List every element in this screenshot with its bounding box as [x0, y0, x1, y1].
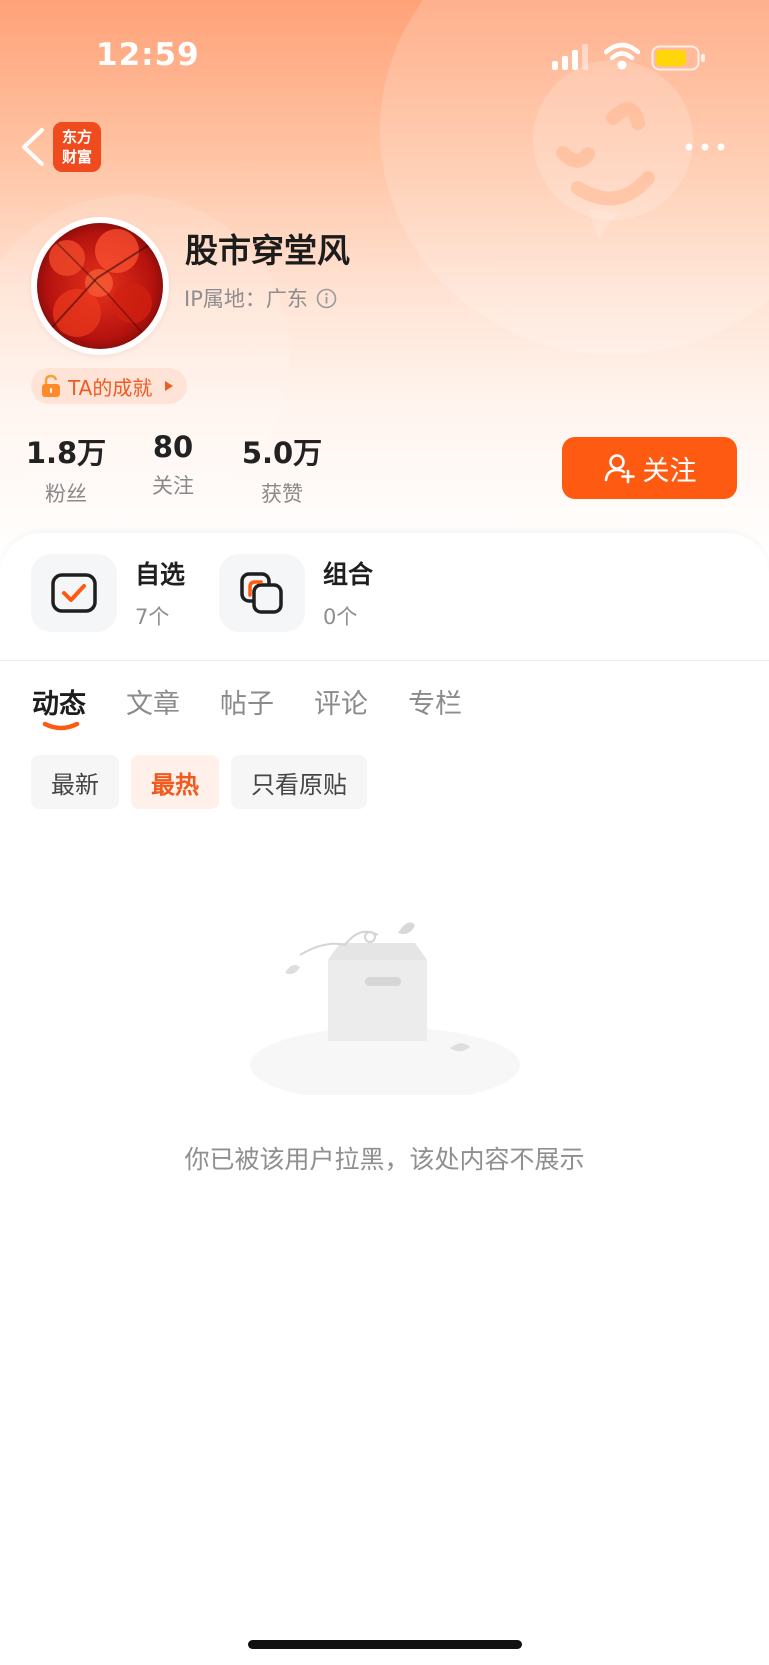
- cellular-signal-icon: [552, 44, 588, 70]
- caret-right-icon: [165, 381, 174, 391]
- unlocked-padlock-icon: [42, 374, 60, 397]
- tab-active-indicator: [42, 721, 80, 731]
- filter-original-only[interactable]: 只看原贴: [231, 755, 367, 809]
- avatar[interactable]: [31, 217, 169, 355]
- tab-activity[interactable]: 动态: [32, 682, 86, 732]
- tab-label: 动态: [32, 689, 86, 720]
- tab-label: 文章: [126, 689, 180, 720]
- stat-label: 关注: [152, 474, 194, 498]
- ip-location-text: IP属地：广东: [184, 287, 308, 311]
- watchlist-entry[interactable]: 自选 7个: [31, 554, 185, 632]
- follow-label: 关注: [642, 455, 697, 487]
- content-tabs: 动态 文章 帖子 评论 专栏: [32, 682, 502, 732]
- filter-chips: 最新 最热 只看原贴: [31, 755, 367, 809]
- portfolio-count: 0个: [323, 605, 358, 629]
- stat-label: 粉丝: [45, 482, 87, 506]
- overlapping-squares-icon: [240, 572, 283, 614]
- achievement-badge-button[interactable]: TA的成就: [31, 368, 188, 404]
- watchlist-count: 7个: [135, 605, 170, 629]
- info-icon[interactable]: [316, 288, 337, 309]
- add-user-icon: [604, 454, 635, 484]
- portfolio-title: 组合: [323, 560, 374, 589]
- filter-latest[interactable]: 最新: [31, 755, 119, 809]
- home-indicator: [248, 1640, 522, 1649]
- stat-fans[interactable]: 1.8万 粉丝: [24, 430, 108, 508]
- tab-label: 评论: [314, 689, 368, 720]
- avatar-image: [37, 223, 163, 349]
- checkbox-icon: [51, 573, 97, 613]
- filter-hottest[interactable]: 最热: [131, 755, 219, 809]
- tab-columns[interactable]: 专栏: [408, 682, 462, 732]
- empty-box-illustration: [250, 922, 520, 1095]
- tab-label: 专栏: [408, 689, 462, 720]
- status-time: 12:59: [96, 37, 200, 73]
- stat-value: 5.0万: [241, 436, 323, 470]
- portfolio-icon-wrap: [219, 554, 305, 632]
- wifi-icon: [604, 42, 640, 70]
- watchlist-icon-wrap: [31, 554, 117, 632]
- battery-icon: [651, 45, 705, 71]
- achievement-label: TA的成就: [68, 375, 153, 400]
- stat-following[interactable]: 80 关注: [142, 430, 204, 500]
- ip-location: IP属地：广东: [184, 283, 337, 313]
- app-logo-line1: 东方: [61, 128, 92, 146]
- follow-button[interactable]: 关注: [562, 437, 737, 499]
- back-arrow-icon[interactable]: [16, 124, 50, 170]
- app-logo: 东方 财富: [53, 122, 101, 172]
- stat-value: 80: [152, 430, 194, 464]
- stat-likes[interactable]: 5.0万 获赞: [240, 430, 324, 508]
- stat-label: 获赞: [261, 482, 303, 506]
- tab-label: 帖子: [220, 689, 274, 720]
- username: 股市穿堂风: [185, 231, 350, 270]
- tab-posts[interactable]: 帖子: [220, 682, 274, 732]
- tab-articles[interactable]: 文章: [126, 682, 180, 732]
- app-logo-line2: 财富: [61, 148, 92, 166]
- empty-state-message: 你已被该用户拉黑，该处内容不展示: [184, 1145, 585, 1174]
- tab-comments[interactable]: 评论: [314, 682, 368, 732]
- more-options-icon[interactable]: [684, 140, 726, 154]
- portfolio-entry[interactable]: 组合 0个: [219, 554, 373, 632]
- status-bar: 12:59: [0, 0, 769, 110]
- divider: [0, 660, 769, 661]
- watchlist-title: 自选: [135, 560, 186, 589]
- stat-value: 1.8万: [25, 436, 107, 470]
